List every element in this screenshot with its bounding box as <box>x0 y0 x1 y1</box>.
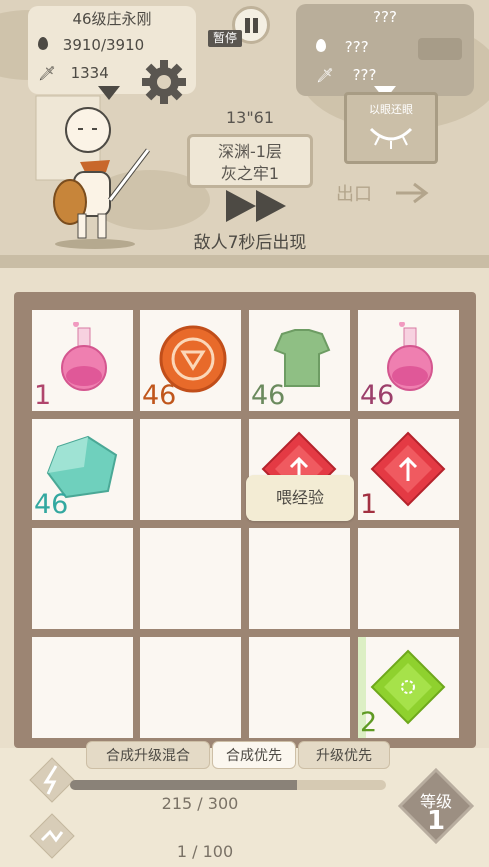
potion-icon <box>61 322 107 391</box>
enemy-panel: ??? ??? 🗡 ??? <box>296 4 474 96</box>
enemy-hp: ??? <box>344 38 369 56</box>
floor-subname: 灰之牢1 <box>220 164 280 183</box>
item-count: 46 <box>142 380 177 411</box>
enemy-attack: ??? <box>352 66 377 84</box>
floor-info: 深渊-1层 灰之牢1 <box>187 134 313 188</box>
lightning-skill-icon[interactable] <box>28 756 76 804</box>
enemy-atk-row: 🗡 ??? <box>316 66 376 84</box>
item-count: 46 <box>34 489 69 520</box>
feed-exp-tooltip[interactable]: 喂经验 <box>246 475 354 521</box>
board-cell[interactable] <box>358 528 459 629</box>
enemy-countdown: 敌人7秒后出现 <box>193 233 307 253</box>
skill-sign: 以眼还眼 <box>344 92 438 164</box>
enemy-hp-row: ??? <box>316 38 369 56</box>
board-cell[interactable]: 2 <box>358 637 459 738</box>
board-cell[interactable] <box>140 528 241 629</box>
board-cell[interactable]: 46 <box>32 419 133 520</box>
exp-text: 215 / 300 <box>161 794 239 813</box>
skill-sign-label: 以眼还眼 <box>369 103 413 116</box>
player-name: 46级庄永刚 <box>72 10 152 28</box>
exp-bar-fill <box>70 780 297 790</box>
item-count: 46 <box>360 380 395 411</box>
skill-icon[interactable] <box>28 812 76 860</box>
sword-icon: 🗡 <box>38 66 56 82</box>
enemy-name: ??? <box>373 8 397 26</box>
item-count: 1 <box>34 380 52 411</box>
board-cell[interactable] <box>249 637 350 738</box>
eye-icon <box>369 127 413 149</box>
board-cell[interactable]: 1 <box>358 419 459 520</box>
tab-merge-upgrade-mix[interactable]: 合成升级混合 <box>86 741 210 769</box>
stage-timer: 13"61 <box>225 108 275 127</box>
fast-forward-icon[interactable] <box>222 188 292 224</box>
counter-text: 1 / 100 <box>176 842 234 861</box>
exit-label[interactable]: 出口 <box>336 180 372 206</box>
board-cell[interactable] <box>249 528 350 629</box>
enemy-portrait-slot <box>418 38 462 60</box>
greengem-icon <box>370 649 446 725</box>
floor-name: 深渊-1层 <box>218 142 282 161</box>
board-cell[interactable] <box>32 637 133 738</box>
board-cell[interactable] <box>140 637 241 738</box>
board-cell[interactable]: 46 <box>358 310 459 411</box>
pause-label[interactable]: 暂停 <box>208 30 242 47</box>
redgem-icon <box>370 431 446 507</box>
hp-drop-icon <box>316 39 326 52</box>
hero-character <box>35 95 150 249</box>
tab-merge-first[interactable]: 合成优先 <box>212 741 296 769</box>
ground <box>0 255 489 268</box>
tab-upgrade-first[interactable]: 升级优先 <box>298 741 390 769</box>
board-cell[interactable]: 1 <box>32 310 133 411</box>
player-attack: 1334 <box>70 64 109 82</box>
player-atk-row: 🗡 1334 <box>38 64 109 82</box>
item-count: 1 <box>360 489 378 520</box>
battle-scene: 46级庄永刚 3910/3910 🗡 1334 暂停 ??? ??? 🗡 ???… <box>0 0 489 268</box>
exp-bar <box>70 780 386 790</box>
board-cell[interactable] <box>32 528 133 629</box>
exit-arrow-icon[interactable] <box>394 178 434 208</box>
board-cell[interactable]: 46 <box>249 310 350 411</box>
board-cell[interactable] <box>140 419 241 520</box>
player-hp-row: 3910/3910 <box>38 36 144 54</box>
level-badge[interactable]: 等级 1 <box>398 768 474 844</box>
item-count: 46 <box>251 380 286 411</box>
item-count: 2 <box>360 707 378 738</box>
hp-drop-icon <box>38 37 48 50</box>
sword-icon: 🗡 <box>316 68 334 84</box>
player-hp: 3910/3910 <box>62 36 145 54</box>
board-cell[interactable]: 46 <box>140 310 241 411</box>
level-value: 1 <box>426 806 446 836</box>
